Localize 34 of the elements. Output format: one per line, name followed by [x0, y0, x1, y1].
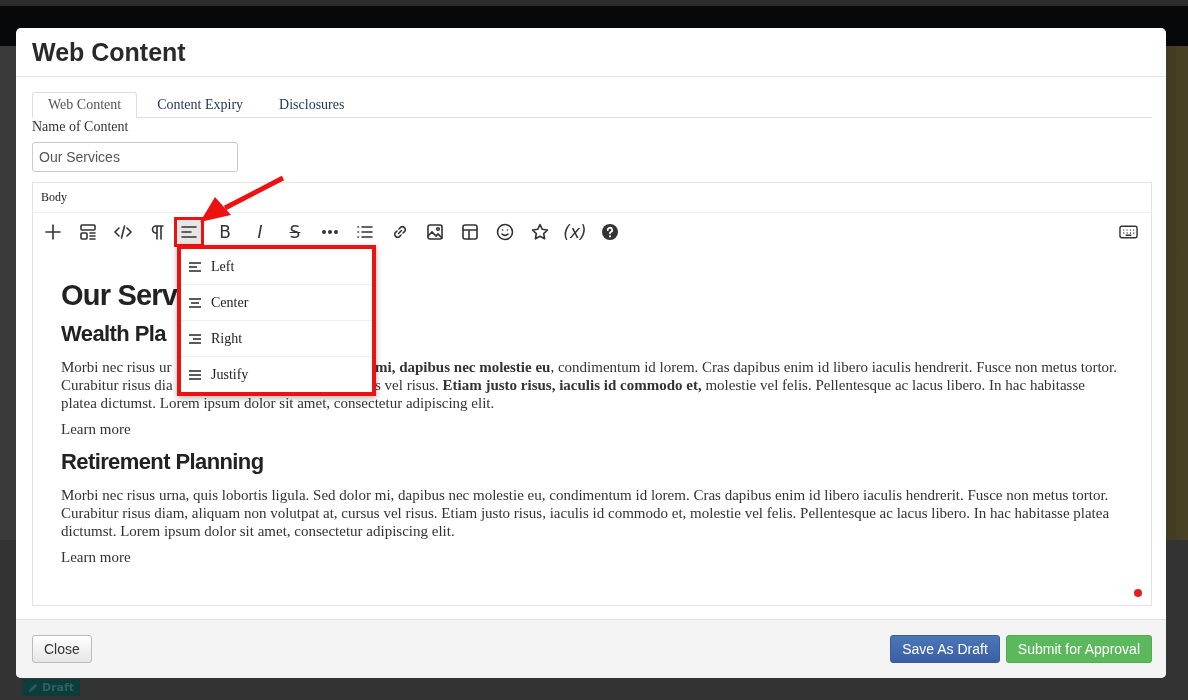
bold-button[interactable]: B	[210, 216, 240, 247]
strikethrough-button[interactable]: S	[280, 216, 310, 247]
section-heading: Wealth Pla	[61, 321, 166, 346]
body-paragraph: Morbi nec risus urna, quis lobortis ligula. Sed dolor mi, dapibus nec molestie eu, condimentum id lorem. Cras dapibus enim id libero iaculis hendrerit. Fusce non metus tortor. Curabitur risus diam, aliquam non volutpat at, cursus vel risus. Etiam justo risus, iaculis id commodo et, molestie vel felis. Pellentesque ac lacus libero. In hac habitasse platea dictumst. Lorem ipsum dolor sit amet, consectetur adipiscing elit.	[61, 487, 1110, 539]
field-label: Name of Content	[32, 119, 130, 136]
paragraph-text: platea dictumst. Lorem ipsum dolor sit amet, consectetur adipiscing elit.	[61, 394, 495, 412]
section-heading: Retirement Planning	[61, 449, 264, 474]
paragraph-text: s vel risus. Etiam justo risus, iaculis id commodo et, molestie vel felis. Pellentesque ac lacus libero. In hac habitasse	[375, 376, 1085, 394]
keyboard-icon[interactable]	[1119, 224, 1138, 239]
content-heading: Our Serv	[61, 279, 178, 311]
tab[interactable]: Disclosures	[263, 92, 361, 118]
tab[interactable]: Web Content	[32, 92, 138, 118]
save-draft-button[interactable]: Save As Draft	[890, 635, 1000, 663]
tab[interactable]: Content Expiry	[141, 92, 260, 118]
menu-item[interactable]: Center	[181, 285, 372, 321]
editor-label: Body	[41, 190, 67, 205]
dialog-title: Web Content	[32, 37, 186, 67]
paragraph-text: Morbi nec risus ur	[61, 358, 172, 376]
menu-item[interactable]: Justify	[181, 357, 372, 392]
menu-item[interactable]: Left	[181, 249, 372, 285]
variable-button[interactable]: (x)	[560, 216, 590, 247]
align-icon	[189, 333, 201, 344]
name-input-field[interactable]: Our Services	[32, 142, 238, 172]
align-icon	[189, 369, 201, 380]
learn-more-text: Learn more	[61, 549, 131, 565]
align-icon	[189, 261, 201, 272]
italic-button[interactable]: I	[245, 216, 275, 247]
close-button[interactable]: Close	[32, 635, 92, 663]
paragraph-text: Curabitur risus dia	[61, 376, 173, 394]
align-icon	[189, 297, 201, 308]
learn-more-text: Learn more	[61, 421, 131, 437]
indicator-dot	[1134, 589, 1142, 597]
menu-item[interactable]: Right	[181, 321, 372, 357]
paragraph-text: mi, dapibus nec molestie eu, condimentum id lorem. Cras dapibus enim id libero iaculis hendrerit. Fusce non metus tortor.	[375, 358, 1117, 376]
